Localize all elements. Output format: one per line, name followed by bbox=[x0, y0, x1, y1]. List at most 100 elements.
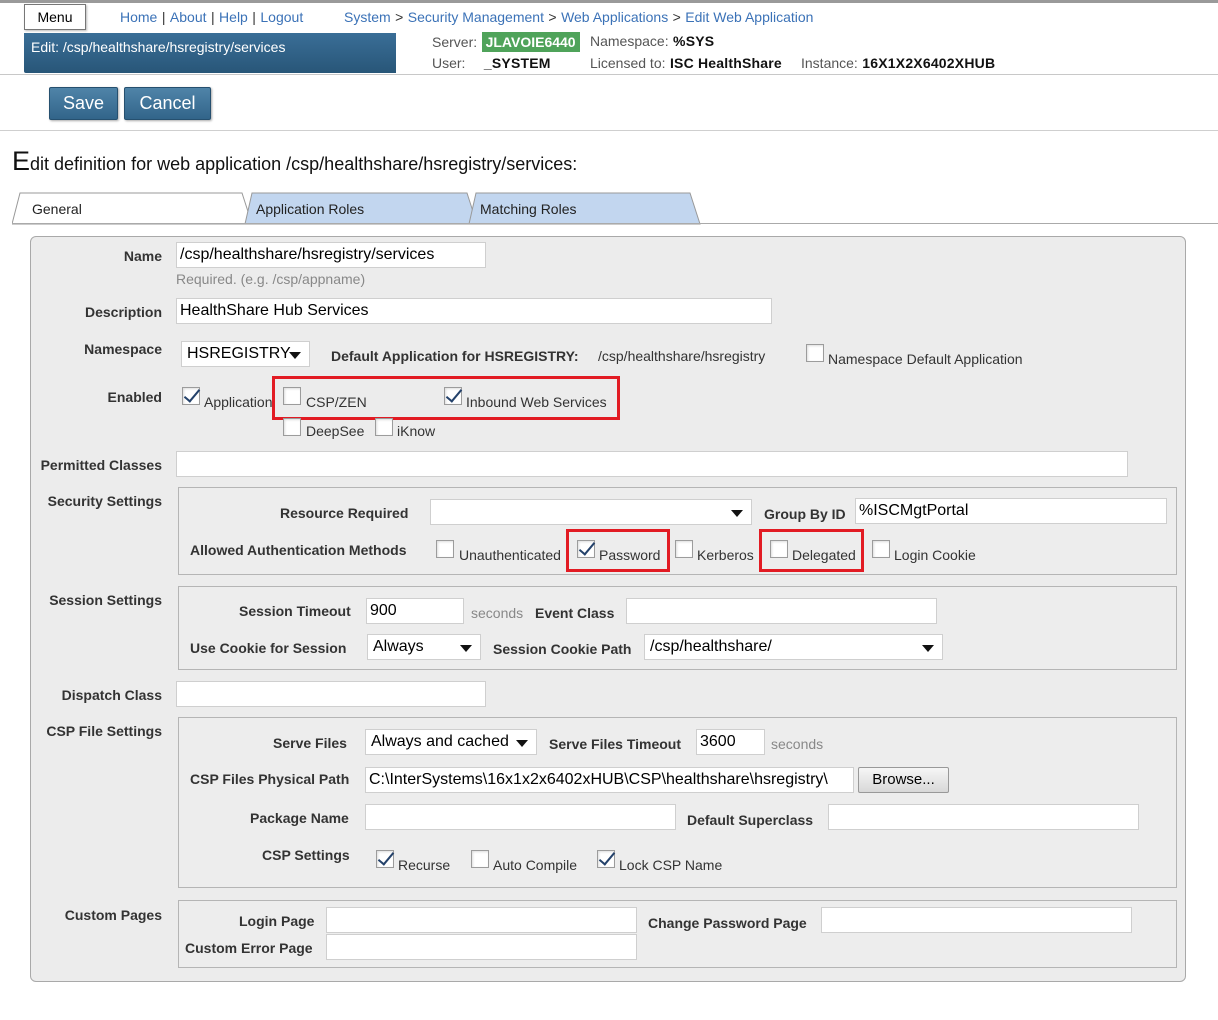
namespace-value: %SYS bbox=[673, 33, 715, 49]
menu-button[interactable]: Menu bbox=[24, 4, 86, 30]
session-cookie-path-select[interactable]: /csp/healthshare/ bbox=[644, 634, 943, 660]
default-app-label: Default Application for HSREGISTRY: bbox=[331, 348, 579, 364]
namespace-select[interactable]: HSREGISTRY bbox=[181, 341, 310, 367]
session-timeout-input[interactable]: 900 bbox=[366, 598, 464, 624]
help-link[interactable]: Help bbox=[219, 9, 248, 25]
breadcrumb-web-applications[interactable]: Web Applications bbox=[561, 9, 668, 25]
auto-compile-checkbox[interactable] bbox=[471, 850, 489, 868]
permitted-classes-input[interactable] bbox=[176, 451, 1128, 477]
auth-delegated-label: Delegated bbox=[792, 547, 856, 563]
tab-matching-roles[interactable]: Matching Roles bbox=[462, 193, 692, 224]
license-info: Licensed to: ISC HealthShare bbox=[590, 55, 782, 71]
group-by-id-input[interactable]: %ISCMgtPortal bbox=[855, 498, 1167, 524]
group-by-id-label: Group By ID bbox=[764, 506, 846, 522]
name-hint: Required. (e.g. /csp/appname) bbox=[176, 271, 366, 287]
page-heading: Edit definition for web application /csp… bbox=[12, 146, 578, 176]
namespace-default-label: Namespace Default Application bbox=[828, 351, 1023, 367]
package-name-label: Package Name bbox=[250, 810, 349, 826]
session-cookie-path-label: Session Cookie Path bbox=[493, 641, 632, 657]
save-button[interactable]: Save bbox=[49, 87, 118, 120]
namespace-label: Namespace bbox=[84, 341, 162, 357]
enabled-iknow-label: iKnow bbox=[397, 423, 436, 439]
user-value: _SYSTEM bbox=[483, 55, 551, 71]
serve-files-timeout-label: Serve Files Timeout bbox=[549, 736, 682, 752]
recurse-checkbox[interactable] bbox=[376, 850, 394, 868]
instance-value: 16X1X2X6402XHUB bbox=[862, 55, 996, 71]
namespace-info: Namespace: %SYS bbox=[590, 33, 715, 49]
csp-file-settings-label: CSP File Settings bbox=[46, 723, 162, 739]
recurse-label: Recurse bbox=[398, 857, 451, 873]
license-value: ISC HealthShare bbox=[669, 55, 782, 71]
breadcrumb-security-management[interactable]: Security Management bbox=[408, 9, 544, 25]
breadcrumb-system[interactable]: System bbox=[344, 9, 391, 25]
change-password-page-input[interactable] bbox=[821, 907, 1132, 933]
cancel-button[interactable]: Cancel bbox=[124, 87, 211, 120]
chevron-down-icon bbox=[516, 740, 528, 747]
auth-login-cookie-label: Login Cookie bbox=[894, 547, 976, 563]
chevron-down-icon bbox=[922, 645, 934, 652]
auth-kerberos-checkbox[interactable] bbox=[675, 540, 693, 558]
auth-delegated-checkbox[interactable] bbox=[770, 540, 788, 558]
auth-password-label: Password bbox=[599, 547, 661, 563]
enabled-iknow-checkbox[interactable] bbox=[375, 418, 393, 436]
chevron-down-icon bbox=[731, 510, 743, 517]
browse-button[interactable]: Browse... bbox=[858, 767, 949, 793]
serve-files-select[interactable]: Always and cached bbox=[365, 729, 537, 755]
physical-path-label: CSP Files Physical Path bbox=[190, 771, 350, 787]
chevron-down-icon bbox=[289, 352, 301, 359]
auth-unauthenticated-label: Unauthenticated bbox=[459, 547, 561, 563]
enabled-deepsee-checkbox[interactable] bbox=[283, 418, 301, 436]
lock-csp-name-checkbox[interactable] bbox=[597, 850, 615, 868]
auth-login-cookie-checkbox[interactable] bbox=[872, 540, 890, 558]
namespace-default-checkbox[interactable] bbox=[806, 344, 824, 362]
auth-password-checkbox[interactable] bbox=[577, 540, 595, 558]
user-info: User: _SYSTEM bbox=[432, 55, 551, 71]
serve-files-label: Serve Files bbox=[273, 735, 347, 751]
session-timeout-unit: seconds bbox=[471, 605, 524, 621]
tab-general[interactable]: General bbox=[14, 193, 242, 224]
description-label: Description bbox=[84, 304, 162, 320]
description-input[interactable]: HealthShare Hub Services bbox=[176, 298, 772, 324]
name-input[interactable]: /csp/healthshare/hsregistry/services bbox=[176, 242, 486, 268]
use-cookie-select[interactable]: Always bbox=[367, 634, 481, 660]
home-link[interactable]: Home bbox=[120, 9, 157, 25]
serve-files-timeout-input[interactable]: 3600 bbox=[696, 729, 765, 755]
dispatch-class-label: Dispatch Class bbox=[61, 687, 162, 703]
session-timeout-label: Session Timeout bbox=[239, 603, 351, 619]
package-name-input[interactable] bbox=[365, 804, 676, 830]
breadcrumb-edit-web-application[interactable]: Edit Web Application bbox=[685, 9, 813, 25]
custom-error-page-input[interactable] bbox=[326, 934, 637, 960]
event-class-input[interactable] bbox=[626, 598, 937, 624]
enabled-inbound-ws-label: Inbound Web Services bbox=[466, 394, 607, 410]
enabled-application-checkbox[interactable] bbox=[182, 387, 200, 405]
about-link[interactable]: About bbox=[170, 9, 207, 25]
event-class-label: Event Class bbox=[535, 605, 615, 621]
tab-application-roles[interactable]: Application Roles bbox=[238, 193, 460, 224]
logout-link[interactable]: Logout bbox=[260, 9, 303, 25]
top-links: Home | About | Help | Logout bbox=[120, 9, 304, 25]
resource-required-select[interactable] bbox=[430, 499, 752, 525]
resource-required-label: Resource Required bbox=[280, 505, 409, 521]
custom-pages-label: Custom Pages bbox=[64, 907, 162, 923]
auto-compile-label: Auto Compile bbox=[493, 857, 578, 873]
enabled-csp-zen-checkbox[interactable] bbox=[283, 387, 301, 405]
login-page-input[interactable] bbox=[326, 907, 637, 933]
default-superclass-input[interactable] bbox=[828, 804, 1139, 830]
server-info: Server: JLAVOIE6440 bbox=[432, 32, 580, 52]
enabled-label: Enabled bbox=[107, 389, 162, 405]
lock-csp-name-label: Lock CSP Name bbox=[619, 857, 723, 873]
csp-settings-label: CSP Settings bbox=[262, 847, 350, 863]
name-label: Name bbox=[123, 248, 162, 264]
default-superclass-label: Default Superclass bbox=[687, 812, 814, 828]
enabled-inbound-ws-checkbox[interactable] bbox=[444, 387, 462, 405]
top-rule bbox=[0, 0, 1218, 3]
use-cookie-label: Use Cookie for Session bbox=[190, 640, 347, 656]
session-settings-label: Session Settings bbox=[49, 592, 162, 608]
auth-methods-label: Allowed Authentication Methods bbox=[190, 542, 407, 558]
chevron-down-icon bbox=[460, 645, 472, 652]
auth-unauthenticated-checkbox[interactable] bbox=[436, 540, 454, 558]
instance-info: Instance: 16X1X2X6402XHUB bbox=[801, 55, 996, 71]
change-password-page-label: Change Password Page bbox=[648, 915, 807, 931]
physical-path-input[interactable]: C:\InterSystems\16x1x2x6402xHUB\CSP\heal… bbox=[365, 767, 854, 793]
dispatch-class-input[interactable] bbox=[176, 681, 486, 707]
